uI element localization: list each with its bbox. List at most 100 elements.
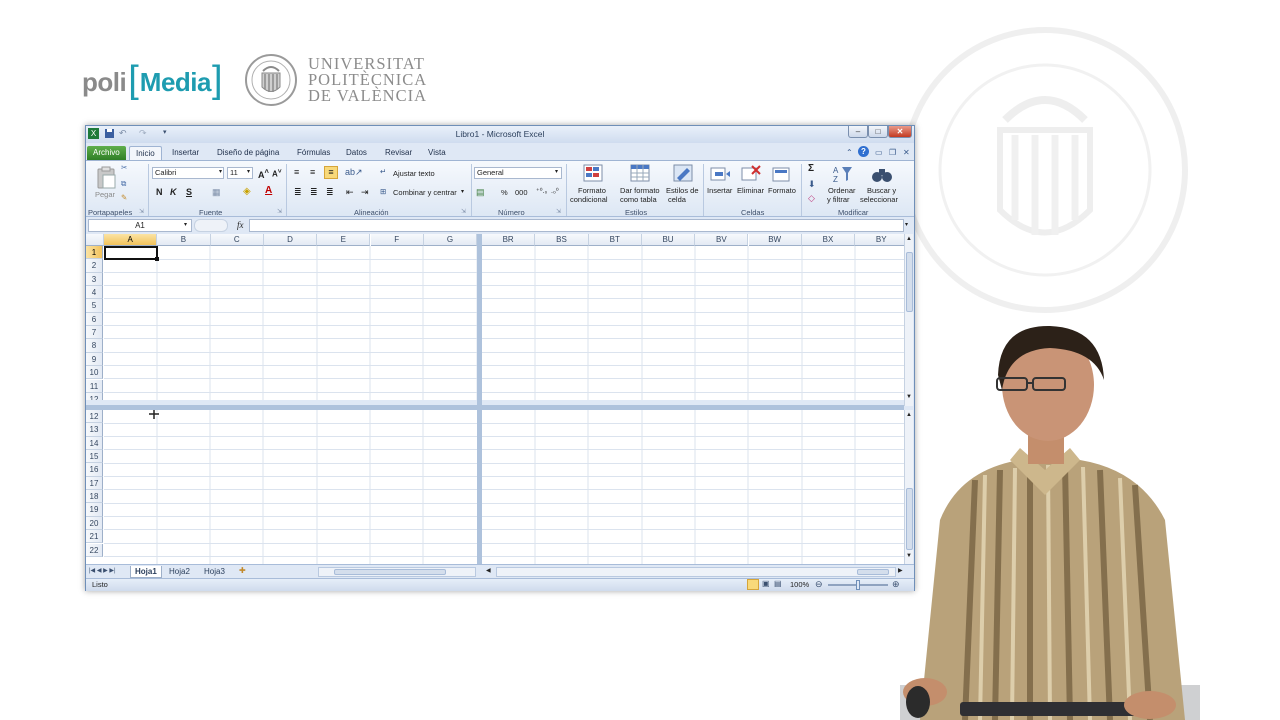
align-top-icon[interactable]: ≡ [294, 167, 299, 177]
paste-icon[interactable] [95, 166, 117, 190]
page-layout-view-icon[interactable]: ▣ [762, 579, 770, 588]
merge-center-icon[interactable]: ⊞ [380, 187, 386, 196]
alignment-launcher-icon[interactable]: ⇲ [461, 208, 466, 215]
row-header[interactable]: 12 [86, 410, 103, 424]
column-header[interactable]: A [104, 234, 158, 246]
orientation-icon[interactable]: ab↗ [345, 167, 363, 178]
format-cells-label[interactable]: Formato [768, 186, 796, 195]
column-header[interactable]: C [210, 234, 264, 246]
first-sheet-icon[interactable]: |◀ ◀ ▶ ▶| [89, 567, 116, 574]
increase-font-icon[interactable]: A˄ [258, 167, 269, 180]
row-header[interactable]: 19 [86, 503, 103, 517]
percent-button[interactable]: % [501, 188, 508, 197]
row-header[interactable]: 4 [86, 286, 103, 300]
cell-styles-label-1[interactable]: Estilos de [666, 186, 699, 195]
decrease-indent-icon[interactable]: ⇤ [346, 187, 354, 198]
align-right-icon[interactable]: ≣ [326, 187, 334, 198]
row-header[interactable]: 7 [86, 326, 103, 340]
row-header[interactable]: 11 [86, 379, 103, 393]
workbook-minimize-icon[interactable]: ▭ [875, 148, 883, 157]
delete-cells-icon[interactable] [740, 164, 762, 184]
number-format-box[interactable]: General [474, 167, 562, 179]
conditional-format-label-1[interactable]: Formato [578, 186, 606, 195]
tab-revisar[interactable]: Revisar [379, 146, 418, 160]
column-header[interactable]: B [157, 234, 211, 246]
paste-label[interactable]: Pegar [95, 190, 115, 199]
sort-filter-icon[interactable]: AZ [832, 164, 854, 184]
merge-dropdown-icon[interactable]: ▾ [461, 188, 464, 195]
font-size-dropdown-icon[interactable]: ▾ [247, 168, 250, 175]
row-header[interactable]: 10 [86, 366, 103, 380]
close-button[interactable]: ✕ [888, 126, 912, 138]
column-header[interactable]: BY [855, 234, 906, 246]
minimize-button[interactable]: ‒ [848, 126, 868, 138]
decrease-font-icon[interactable]: A˅ [272, 168, 282, 179]
column-header[interactable]: BW [748, 234, 802, 246]
page-break-view-icon[interactable]: ▤ [774, 579, 782, 588]
row-header[interactable]: 18 [86, 490, 103, 504]
bold-button[interactable]: N [156, 187, 163, 197]
row-header[interactable]: 6 [86, 312, 103, 327]
scroll-thumb[interactable] [334, 569, 446, 575]
tab-formulas[interactable]: Fórmulas [291, 146, 336, 160]
column-header[interactable]: BT [588, 234, 642, 246]
find-select-label-1[interactable]: Buscar y [867, 186, 896, 195]
number-launcher-icon[interactable]: ⇲ [556, 208, 561, 215]
conditional-format-icon[interactable] [582, 163, 604, 183]
autosum-icon[interactable]: Σ [808, 163, 814, 174]
normal-view-icon[interactable] [747, 579, 759, 590]
wrap-text-button[interactable]: Ajustar texto [393, 169, 435, 178]
insert-cells-icon[interactable] [709, 164, 731, 184]
tab-inicio[interactable]: Inicio [129, 146, 162, 160]
decrease-decimal-icon[interactable]: .₀⁰ [551, 187, 559, 195]
conditional-format-label-2[interactable]: condicional [570, 195, 608, 204]
align-center-icon[interactable]: ≣ [310, 187, 318, 198]
increase-indent-icon[interactable]: ⇥ [361, 187, 369, 198]
row-header[interactable]: 9 [86, 352, 103, 367]
column-header[interactable]: D [263, 234, 318, 246]
row-header[interactable]: 15 [86, 450, 103, 464]
minimize-ribbon-icon[interactable]: ⌃ [846, 148, 853, 157]
fill-color-icon[interactable]: ◈ [243, 186, 251, 197]
help-icon[interactable]: ? [858, 146, 869, 157]
format-as-table-label-1[interactable]: Dar formato [620, 186, 660, 195]
number-format-dropdown-icon[interactable]: ▾ [555, 168, 558, 175]
font-name-dropdown-icon[interactable]: ▾ [219, 168, 222, 175]
row-header[interactable]: 13 [86, 423, 103, 437]
copy-icon[interactable]: ⧉ [121, 179, 126, 189]
column-header[interactable]: BX [801, 234, 856, 246]
tab-insertar[interactable]: Insertar [166, 146, 205, 160]
cell-styles-icon[interactable] [672, 163, 694, 183]
tab-diseno-pagina[interactable]: Diseño de página [211, 146, 285, 160]
font-name-box[interactable]: Calibri [152, 167, 224, 179]
cut-icon[interactable]: ✂ [121, 163, 127, 172]
row-header[interactable]: 20 [86, 516, 103, 531]
increase-decimal-icon[interactable]: ⁺⁰.₀ [536, 187, 547, 195]
sheet-tab-hoja1[interactable]: Hoja1 [130, 566, 162, 578]
row-header[interactable]: 3 [86, 272, 103, 287]
zoom-out-icon[interactable]: ⊖ [815, 579, 823, 590]
underline-button[interactable]: S [186, 187, 192, 197]
scroll-thumb[interactable] [906, 252, 913, 312]
row-header[interactable]: 22 [86, 543, 103, 557]
column-header[interactable]: BV [695, 234, 749, 246]
name-box-dropdown-icon[interactable]: ▾ [184, 221, 187, 228]
row-header[interactable]: 21 [86, 530, 103, 544]
row-header[interactable]: 14 [86, 436, 103, 451]
column-header[interactable]: BS [535, 234, 589, 246]
row-header[interactable]: 8 [86, 339, 103, 353]
align-bottom-icon[interactable]: ≡ [324, 166, 338, 179]
tab-datos[interactable]: Datos [340, 146, 373, 160]
binoculars-icon[interactable] [871, 164, 893, 184]
format-as-table-label-2[interactable]: como tabla [620, 195, 657, 204]
scroll-left-icon[interactable]: ◀ [486, 567, 491, 574]
sheet-tab-hoja2[interactable]: Hoja2 [165, 566, 194, 578]
column-header[interactable]: BR [482, 234, 536, 246]
formula-input[interactable] [249, 219, 904, 232]
wrap-text-icon[interactable]: ↵ [380, 167, 386, 176]
column-header[interactable]: BU [641, 234, 696, 246]
format-cells-icon[interactable] [771, 164, 793, 184]
insert-function-button[interactable]: fx [237, 220, 244, 230]
font-color-icon[interactable]: A [265, 185, 272, 196]
column-header[interactable]: F [370, 234, 424, 246]
